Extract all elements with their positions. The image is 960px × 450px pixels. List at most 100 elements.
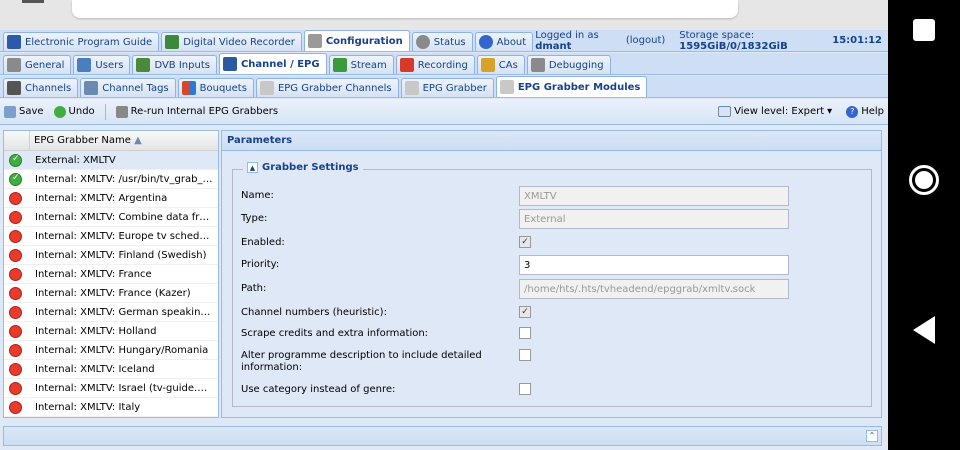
- collapse-icon[interactable]: ▲: [247, 162, 258, 173]
- parameters-panel: Parameters ▲ Grabber Settings Name: Type…: [221, 130, 882, 418]
- bottom-bar: ⌃: [3, 426, 882, 446]
- tab-label: General: [25, 59, 65, 71]
- sort-asc-icon: ▲: [134, 135, 142, 146]
- table-row[interactable]: Internal: XMLTV: Italy: [4, 398, 218, 417]
- table-row[interactable]: Internal: XMLTV: Combine data from sever…: [4, 208, 218, 227]
- grabber-settings-legend[interactable]: ▲ Grabber Settings: [243, 162, 363, 173]
- path-label: Path:: [241, 283, 267, 294]
- grabber-name: Internal: XMLTV: Italy: [35, 401, 141, 413]
- tab-label: About: [496, 36, 527, 48]
- help-icon: ?: [846, 105, 859, 118]
- tab-label: CAs: [498, 59, 518, 71]
- alter-description-checkbox[interactable]: [519, 349, 531, 361]
- tab-channel-tags[interactable]: Channel Tags: [80, 78, 176, 97]
- table-row[interactable]: Internal: XMLTV: Finland (Swedish): [4, 246, 218, 265]
- table-row[interactable]: Internal: XMLTV: Iceland: [4, 360, 218, 379]
- browser-url-bar[interactable]: [72, 0, 738, 18]
- storage-value: 1595GiB/0/1832GiB: [679, 40, 788, 52]
- tab-label: Channel / EPG: [240, 58, 320, 70]
- type-field[interactable]: [519, 209, 789, 229]
- eye-icon: [415, 35, 430, 49]
- status-error-icon: [9, 229, 22, 243]
- tab-label: Debugging: [548, 59, 604, 71]
- home-button[interactable]: [888, 160, 960, 200]
- channel-numbers-label: Channel numbers (heuristic):: [241, 307, 387, 318]
- table-row[interactable]: Internal: XMLTV: Hungary/Romania: [4, 341, 218, 360]
- tab-label: Configuration: [325, 35, 403, 47]
- browser-menu-icon[interactable]: [22, 0, 44, 3]
- tab-bouquets[interactable]: Bouquets: [177, 78, 254, 97]
- undo-button[interactable]: Undo: [53, 105, 95, 118]
- rerun-grabbers-button[interactable]: Re-run Internal EPG Grabbers: [115, 105, 278, 118]
- storage-status: Storage space: 1595GiB/0/1832GiB: [679, 30, 818, 52]
- tab-epg-grabber-channels[interactable]: EPG Grabber Channels: [255, 78, 399, 97]
- recents-button[interactable]: [888, 10, 960, 50]
- grabber-name: Internal: XMLTV: Israel (tv-guide.walla.…: [35, 382, 215, 394]
- section-title: Grabber Settings: [262, 162, 359, 173]
- grabber-name: Internal: XMLTV: Europe tv schedules for…: [35, 230, 215, 242]
- grabber-name: Internal: XMLTV: /usr/bin/tv_grab_wg++: [35, 173, 215, 185]
- toolbar-right: View level: Expert ▾ ? Help: [718, 105, 884, 118]
- grabber-name: Internal: XMLTV: Holland: [35, 325, 157, 337]
- toolbar-separator: [104, 103, 106, 120]
- help-button[interactable]: ? Help: [846, 105, 884, 118]
- wrench-icon: [307, 34, 322, 48]
- enabled-checkbox[interactable]: ✓: [519, 236, 531, 248]
- name-row: Name:: [241, 186, 789, 206]
- status-error-icon: [9, 343, 22, 357]
- tab-epg[interactable]: Electronic Program Guide: [3, 32, 160, 51]
- column-label: EPG Grabber Name: [34, 135, 131, 146]
- save-button[interactable]: Save: [4, 105, 44, 118]
- tab-recording[interactable]: Recording: [395, 55, 475, 74]
- clock: 15:01:12: [832, 35, 882, 46]
- status-error-icon: [9, 191, 22, 205]
- grabber-icon: [404, 81, 419, 95]
- status-error-icon: [9, 400, 22, 414]
- use-category-row: Use category instead of genre:: [241, 383, 531, 396]
- scrape-credits-checkbox[interactable]: [519, 327, 531, 339]
- table-row[interactable]: Internal: XMLTV: France (Kazer): [4, 284, 218, 303]
- android-nav-bar: [888, 0, 960, 450]
- tab-configuration[interactable]: Configuration: [303, 30, 410, 51]
- view-level-dropdown[interactable]: View level: Expert ▾: [718, 106, 832, 117]
- tab-channel-epg[interactable]: Channel / EPG: [218, 53, 327, 74]
- tab-dvb-inputs[interactable]: DVB Inputs: [132, 55, 217, 74]
- use-category-checkbox[interactable]: [519, 383, 531, 395]
- tab-general[interactable]: General: [3, 55, 72, 74]
- tab-status[interactable]: Status: [411, 32, 473, 51]
- table-row[interactable]: Internal: XMLTV: France: [4, 265, 218, 284]
- type-row: Type:: [241, 209, 789, 229]
- path-field[interactable]: [519, 279, 789, 299]
- tab-dvr[interactable]: Digital Video Recorder: [161, 32, 302, 51]
- name-column-header[interactable]: EPG Grabber Name ▲: [30, 135, 142, 146]
- table-row[interactable]: External: XMLTV: [4, 151, 218, 170]
- table-row[interactable]: Internal: XMLTV: Holland: [4, 322, 218, 341]
- tab-label: EPG Grabber Channels: [277, 82, 392, 94]
- tab-debugging[interactable]: Debugging: [526, 55, 611, 74]
- back-button[interactable]: [888, 310, 960, 350]
- grabber-name: Internal: XMLTV: German speaking area: [35, 306, 215, 318]
- table-row[interactable]: Internal: XMLTV: Europe tv schedules for…: [4, 227, 218, 246]
- tab-cas[interactable]: CAs: [476, 55, 525, 74]
- tab-epg-grabber-modules[interactable]: EPG Grabber Modules: [495, 76, 648, 97]
- phone-icon: [7, 81, 21, 95]
- channel-numbers-checkbox[interactable]: ✓: [519, 306, 531, 318]
- expand-up-icon[interactable]: ⌃: [866, 430, 878, 442]
- name-field[interactable]: [519, 186, 789, 206]
- tab-about[interactable]: About: [474, 32, 534, 51]
- table-row[interactable]: Internal: XMLTV: German speaking area: [4, 303, 218, 322]
- table-row[interactable]: Internal: XMLTV: Israel (tv-guide.walla.…: [4, 379, 218, 398]
- tab-stream[interactable]: Stream: [328, 55, 394, 74]
- info-icon: [478, 35, 493, 49]
- tab-epg-grabber[interactable]: EPG Grabber: [400, 78, 494, 97]
- save-icon: [4, 105, 16, 118]
- table-row[interactable]: Internal: XMLTV: /usr/bin/tv_grab_wg++: [4, 170, 218, 189]
- tab-channels[interactable]: Channels: [3, 78, 79, 97]
- priority-field[interactable]: [519, 255, 789, 275]
- table-row[interactable]: Internal: XMLTV: Argentina: [4, 189, 218, 208]
- grabber-settings-fieldset: ▲ Grabber Settings Name: Type: Enabled: …: [232, 162, 872, 407]
- tvheadend-app: Electronic Program Guide Digital Video R…: [0, 30, 888, 450]
- parameters-title: Parameters: [222, 131, 881, 151]
- tab-users[interactable]: Users: [73, 55, 131, 74]
- logout-link[interactable]: (logout): [626, 35, 665, 46]
